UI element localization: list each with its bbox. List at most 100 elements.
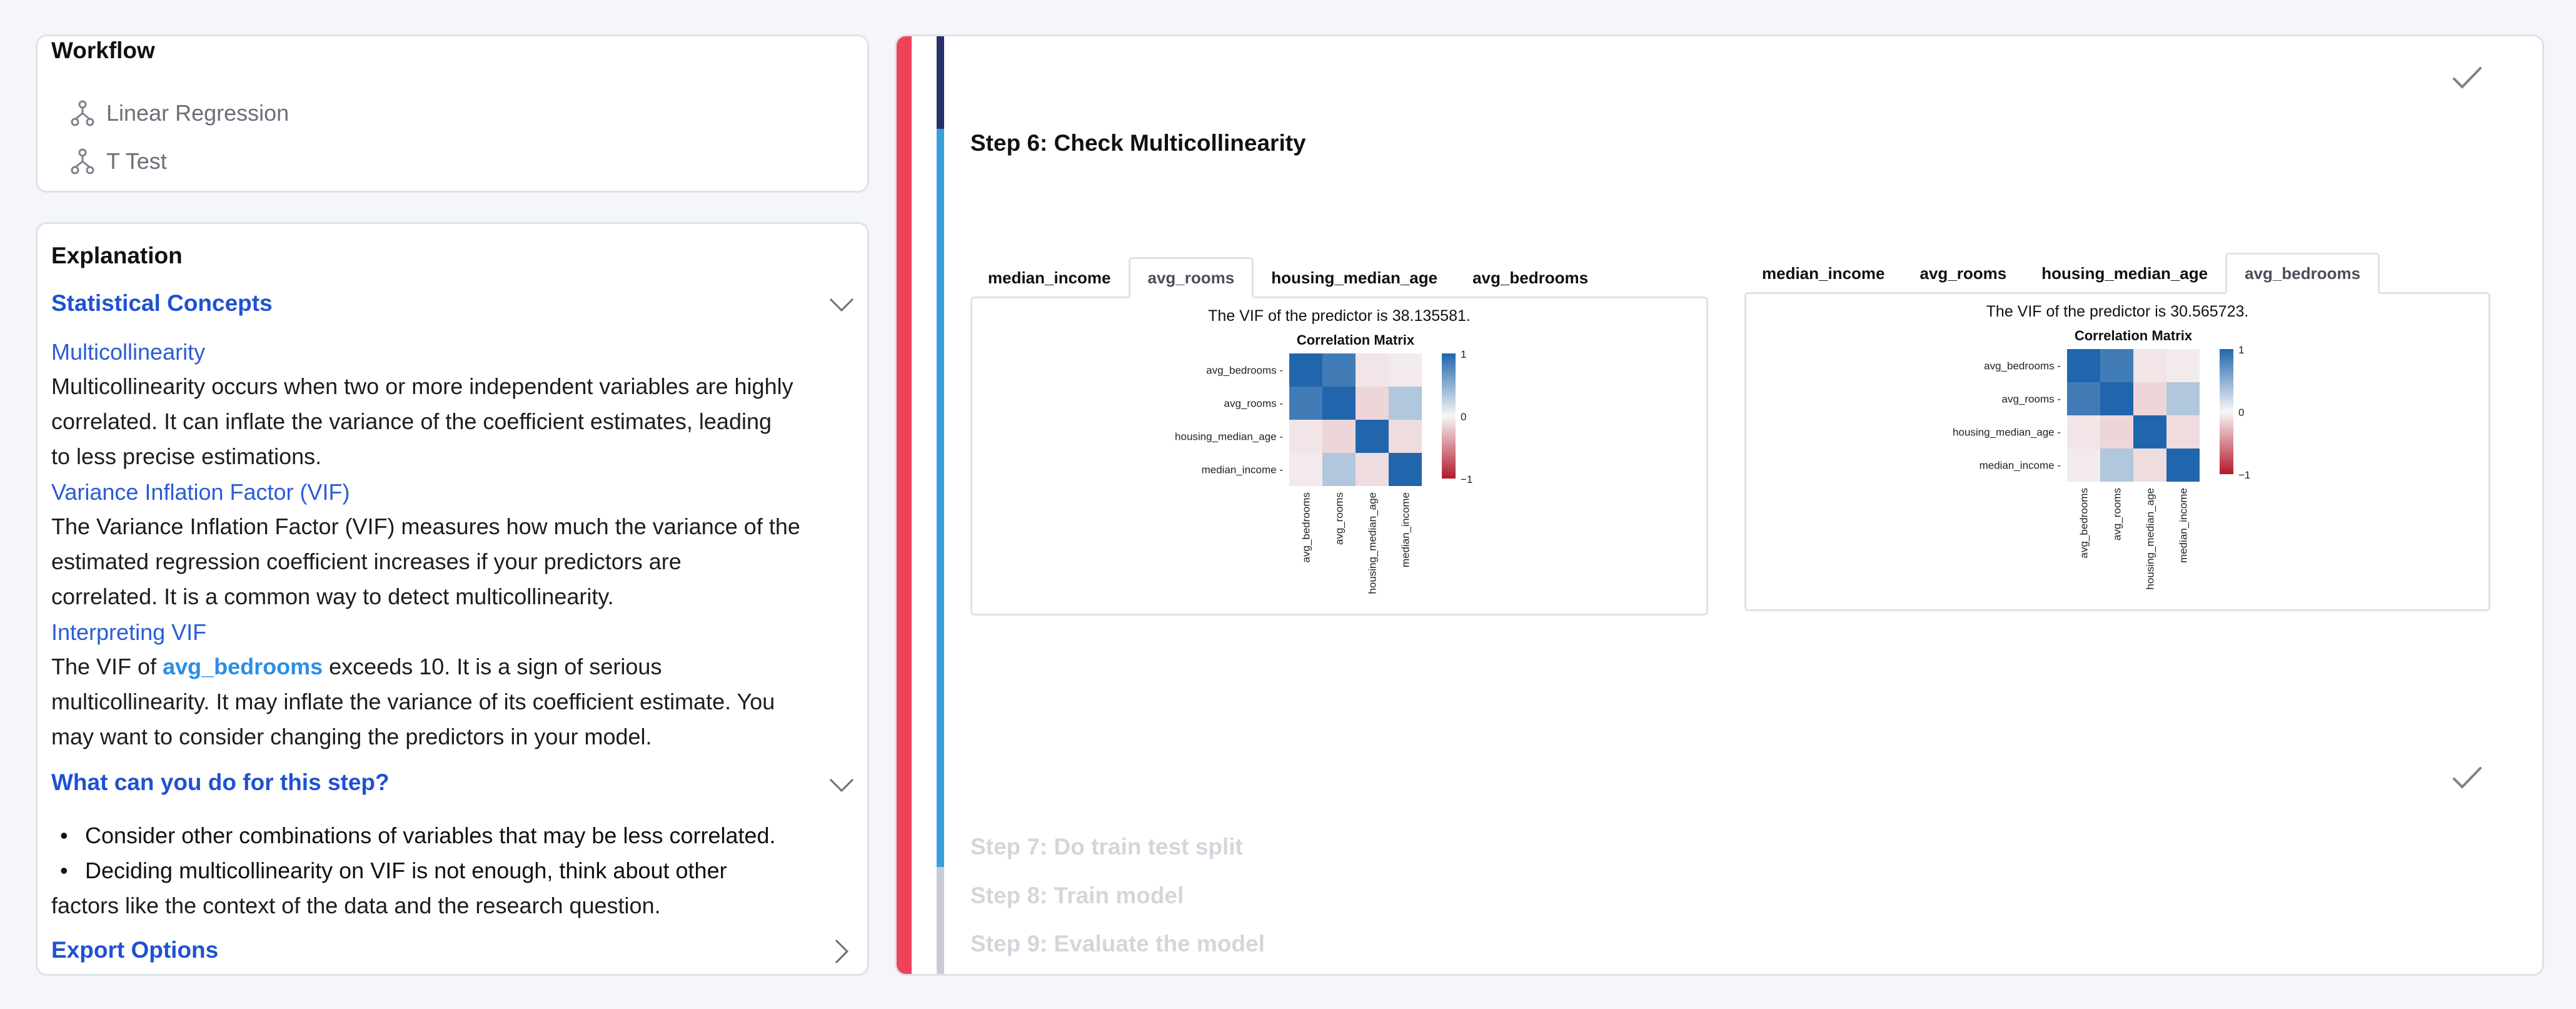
text-line: multicollinearity. It may inflate the va… [51, 689, 775, 714]
step-item-8[interactable]: Step 8: Train model [970, 883, 1184, 909]
row-tick-label: housing_median_age - [1953, 427, 2061, 439]
heatmap-cell [2067, 415, 2100, 449]
checkmark-icon[interactable] [2452, 765, 2483, 791]
colorbar [1442, 353, 1456, 479]
col-tick-label: avg_rooms [1334, 492, 1346, 545]
text-line: correlated. It can inflate the variance … [51, 408, 772, 434]
heatmap-cell [2133, 415, 2166, 449]
heatmap-cell [1289, 353, 1322, 387]
chevron-down-icon[interactable] [828, 777, 855, 793]
vif-panel-1: median_income avg_rooms housing_median_a… [970, 257, 1708, 620]
heatmap-cell [2133, 349, 2166, 382]
checkmark-icon[interactable] [2452, 65, 2483, 91]
heatmap-cell [2100, 382, 2133, 415]
row-tick-label: housing_median_age - [1175, 431, 1283, 443]
what-can-you-do-toggle[interactable]: What can you do for this step? [51, 769, 390, 796]
step-panel: Step 6: Check Multicollinearity median_i… [895, 34, 2544, 976]
text-line: Multicollinearity occurs when two or mor… [51, 373, 793, 399]
heatmap-cell [2100, 415, 2133, 449]
step-track-completed [937, 36, 944, 129]
statistical-concepts-toggle[interactable]: Statistical Concepts [51, 290, 273, 317]
heatmap-cell [1389, 453, 1422, 486]
correlation-heatmap: Correlation Matrix avg_bedrooms - avg_room… [1175, 332, 1472, 594]
chart-title: Correlation Matrix [1297, 332, 1415, 348]
col-tick-label: housing_median_age [1367, 492, 1379, 594]
text-line: to less precise estimations. [51, 444, 322, 469]
text-fragment: exceeds 10. It is a sign of serious [323, 654, 662, 679]
text-line: correlated. It is a common way to detect… [51, 584, 614, 609]
tab-avg-bedrooms[interactable]: avg_bedrooms [1455, 257, 1606, 298]
heatmap-cell [1356, 420, 1389, 453]
heatmap-cell [1289, 420, 1322, 453]
tab-median-income[interactable]: median_income [1744, 253, 1903, 294]
tab-avg-rooms[interactable]: avg_rooms [1903, 253, 2025, 294]
heatmap-cell [1389, 387, 1422, 420]
col-tick-label: median_income [1400, 492, 1412, 567]
chevron-down-icon[interactable] [828, 297, 855, 313]
heatmap-cell [2166, 449, 2200, 482]
col-tick-label: avg_rooms [2111, 488, 2123, 540]
text-fragment: The VIF of [51, 654, 163, 679]
workflow-title: Workflow [51, 38, 155, 63]
tab-housing-median-age[interactable]: housing_median_age [2024, 253, 2225, 294]
text-line: The Variance Inflation Factor (VIF) meas… [51, 514, 800, 539]
heatmap-cell [2067, 449, 2100, 482]
step-track-upcoming [937, 867, 944, 974]
concept-description: The VIF of avg_bedrooms exceeds 10. It i… [51, 649, 858, 754]
tip-item: Deciding multicollinearity on VIF is not… [51, 853, 858, 888]
tab-housing-median-age[interactable]: housing_median_age [1254, 257, 1455, 298]
predictor-tabs: median_income avg_rooms housing_median_a… [970, 257, 1606, 298]
heatmap-cell [1389, 353, 1422, 387]
tab-avg-rooms[interactable]: avg_rooms [1128, 257, 1254, 298]
tab-avg-bedrooms[interactable]: avg_bedrooms [2225, 253, 2380, 294]
export-options-toggle[interactable]: Export Options [51, 937, 218, 963]
tab-median-income[interactable]: median_income [970, 257, 1129, 298]
heatmap-cell [1389, 420, 1422, 453]
colorbar-tick-label: −1 [1461, 474, 1472, 485]
colorbar-tick-label: 0 [2238, 407, 2244, 418]
col-tick-label: avg_bedrooms [2078, 488, 2090, 558]
concept-name-multicollinearity: Multicollinearity [51, 339, 206, 365]
heatmap-cell [1356, 353, 1389, 387]
heatmap-cell [2133, 449, 2166, 482]
workflow-item-label: Linear Regression [106, 100, 289, 126]
heatmap-cell [2100, 449, 2133, 482]
workflow-branch-icon [71, 148, 94, 175]
heatmap-cell [1322, 353, 1356, 387]
row-tick-label: median_income - [1202, 464, 1283, 476]
tab-content: The VIF of the predictor is 30.565723. C… [1744, 292, 2490, 611]
heatmap-cell [2166, 382, 2200, 415]
chart-title: Correlation Matrix [2075, 328, 2193, 343]
tips-list: Consider other combinations of variables… [51, 818, 858, 888]
text-line: estimated regression coefficient increas… [51, 549, 682, 574]
step-title: Step 6: Check Multicollinearity [970, 130, 1306, 156]
variable-highlight: avg_bedrooms [163, 654, 323, 679]
heatmap-cell [1322, 387, 1356, 420]
colorbar [2220, 349, 2233, 474]
heatmap-cell [2067, 349, 2100, 382]
step-item-9[interactable]: Step 9: Evaluate the model [970, 931, 1265, 957]
heatmap-cell [2067, 382, 2100, 415]
heatmap-cell [1289, 453, 1322, 486]
concept-description: Multicollinearity occurs when two or mor… [51, 369, 858, 474]
correlation-heatmap: Correlation Matrix avg_bedrooms - avg_room… [1953, 328, 2250, 590]
concept-description: The Variance Inflation Factor (VIF) meas… [51, 509, 858, 614]
row-tick-label: avg_rooms - [2002, 393, 2061, 405]
col-tick-label: median_income [2178, 488, 2190, 563]
heatmap-cell [2133, 382, 2166, 415]
tip-continuation: factors like the context of the data and… [51, 893, 661, 918]
col-tick-label: avg_bedrooms [1301, 492, 1312, 562]
chevron-right-icon[interactable] [833, 938, 850, 965]
step-track-current [937, 129, 944, 867]
explanation-title: Explanation [51, 243, 183, 268]
explanation-card: Explanation Statistical Concepts Multico… [36, 222, 869, 976]
workflow-item-linear-regression[interactable]: Linear Regression [70, 98, 289, 129]
heatmap-cell [2100, 349, 2133, 382]
workflow-branch-icon [71, 100, 94, 126]
concept-name-vif: Variance Inflation Factor (VIF) [51, 479, 350, 505]
workflow-item-t-test[interactable]: T Test [70, 146, 167, 177]
step-item-7[interactable]: Step 7: Do train test split [970, 834, 1243, 860]
colorbar-tick-label: −1 [2238, 469, 2250, 481]
heatmap-cell [2166, 415, 2200, 449]
text-line: The VIF of avg_bedrooms exceeds 10. It i… [51, 649, 858, 684]
